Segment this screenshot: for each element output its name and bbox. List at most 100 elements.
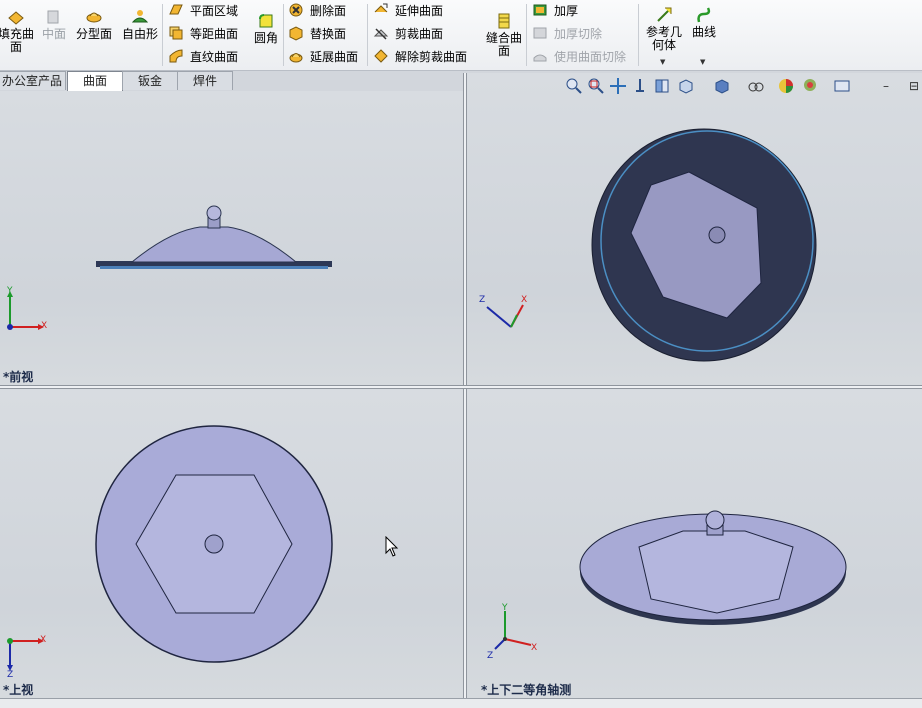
- knit-surface-icon: [498, 13, 510, 29]
- extend-surface-button[interactable]: 延伸曲面: [373, 1, 443, 21]
- delete-face-icon: [289, 3, 303, 17]
- mid-surface-button[interactable]: 中面: [38, 8, 70, 41]
- fill-surface-button[interactable]: 填充曲面: [0, 8, 36, 54]
- pan-icon[interactable]: [609, 77, 627, 95]
- tri-knob: [705, 510, 725, 530]
- mid-surface-icon: [47, 10, 59, 24]
- offset-surface-label: 等距曲面: [190, 27, 239, 41]
- reference-geometry-button[interactable]: 参考几何体: [644, 6, 684, 52]
- iso-view-model: [591, 128, 817, 362]
- view-orientation-icon[interactable]: [677, 77, 695, 95]
- extend-surface-icon: [374, 3, 388, 13]
- front-knob: [206, 205, 222, 221]
- viewport-splitter-horizontal[interactable]: [0, 385, 922, 389]
- viewport-label-front: *前视: [3, 370, 34, 384]
- offset-surface-button[interactable]: 等距曲面: [168, 24, 238, 44]
- curves-label: 曲线: [691, 25, 716, 39]
- tab-weldments[interactable]: 焊件: [177, 71, 233, 90]
- ruled-surface-icon: [169, 49, 183, 63]
- surface-cut-icon: [533, 54, 547, 62]
- ribbon-separator: [526, 4, 527, 66]
- triad-trimetric: [494, 611, 532, 650]
- freeform-button[interactable]: 自由形: [120, 8, 160, 41]
- viewport-label-trimetric: *上下二等角轴测: [481, 683, 572, 697]
- display-style-icon[interactable]: [713, 77, 731, 95]
- viewport-label-top: *上视: [3, 683, 34, 697]
- replace-face-button[interactable]: 替换面: [288, 24, 346, 44]
- scene-icon[interactable]: [801, 77, 819, 95]
- extend-face-icon: [289, 53, 303, 63]
- parting-surface-label: 分型面: [75, 27, 112, 41]
- thicken-button[interactable]: 加厚: [532, 1, 578, 21]
- front-dome: [130, 226, 298, 263]
- axis-y-label: Y: [7, 286, 13, 296]
- axis-x-label: X: [41, 321, 48, 331]
- heads-up-view-toolbar: – ⊟: [563, 77, 922, 97]
- reference-geometry-dropdown-icon[interactable]: ▼: [660, 58, 665, 66]
- tab-surfaces[interactable]: 曲面: [67, 71, 123, 92]
- axis-z-label: Z: [487, 651, 494, 661]
- delete-face-label: 删除面: [310, 4, 347, 18]
- zoom-fit-icon[interactable]: [565, 77, 583, 95]
- parting-surface-button[interactable]: 分型面: [74, 8, 114, 41]
- planar-surface-label: 平面区域: [190, 4, 239, 18]
- rotate-icon[interactable]: [631, 77, 649, 95]
- curves-button[interactable]: 曲线: [690, 6, 718, 39]
- extend-face-button[interactable]: 延展曲面: [288, 47, 358, 67]
- ribbon-separator: [367, 4, 368, 66]
- collapse-toolbar-icon[interactable]: –: [883, 79, 889, 93]
- freeform-label: 自由形: [121, 27, 158, 41]
- ribbon-separator: [162, 4, 163, 66]
- knit-surface-label: 缝合曲面: [485, 31, 522, 58]
- thicken-cut-label: 加厚切除: [554, 27, 603, 41]
- command-manager-ribbon: 填充曲面 中面 分型面 自由形 平面区域 等距曲面 直纹曲面 圆角 删除面 替换…: [0, 0, 922, 71]
- window-restore-icon[interactable]: ⊟: [909, 79, 919, 93]
- thicken-label: 加厚: [554, 4, 579, 18]
- axis-z-label: Z: [479, 295, 486, 305]
- reference-geometry-icon: [657, 7, 672, 22]
- tab-office-products[interactable]: 办公室产品: [0, 71, 66, 90]
- viewport-trimetric[interactable]: Y X Z *上下二等角轴测: [467, 389, 922, 698]
- section-view-icon[interactable]: [653, 77, 671, 95]
- planar-surface-button[interactable]: 平面区域: [168, 1, 238, 21]
- curves-dropdown-icon[interactable]: ▼: [700, 58, 705, 66]
- zoom-area-icon[interactable]: [587, 77, 605, 95]
- trim-surface-icon: [373, 28, 389, 40]
- front-view-model: [96, 205, 332, 269]
- front-flange-edge: [100, 266, 328, 269]
- planar-surface-icon: [169, 4, 183, 15]
- untrim-surface-button[interactable]: 解除剪裁曲面: [373, 47, 467, 67]
- fillet-label: 圆角: [253, 31, 278, 45]
- replace-face-icon: [289, 26, 303, 41]
- untrim-surface-label: 解除剪裁曲面: [395, 50, 468, 64]
- ribbon-separator: [638, 4, 639, 66]
- thicken-cut-icon: [533, 27, 547, 39]
- viewport-isometric[interactable]: Z X: [467, 73, 922, 385]
- extend-surface-label: 延伸曲面: [395, 4, 444, 18]
- axis-y-label: Y: [502, 603, 508, 613]
- view-settings-icon[interactable]: [833, 77, 851, 95]
- axis-x-label: X: [521, 295, 528, 305]
- replace-face-label: 替换面: [310, 27, 347, 41]
- surface-cut-button[interactable]: 使用曲面切除: [532, 47, 626, 67]
- fill-surface-label: 填充曲面: [0, 27, 34, 54]
- knit-surface-button[interactable]: 缝合曲面: [484, 12, 524, 58]
- reference-geometry-label: 参考几何体: [645, 25, 682, 52]
- thicken-icon: [533, 4, 547, 16]
- tab-sheet-metal[interactable]: 钣金: [122, 71, 178, 90]
- appearance-icon[interactable]: [777, 77, 795, 95]
- hide-show-icon[interactable]: [747, 77, 765, 95]
- viewport-front[interactable]: Y X *前视: [0, 91, 463, 385]
- thicken-cut-button[interactable]: 加厚切除: [532, 24, 602, 44]
- mouse-cursor-icon: [385, 536, 399, 557]
- ribbon-separator: [283, 4, 284, 66]
- delete-face-button[interactable]: 删除面: [288, 1, 346, 21]
- ruled-surface-button[interactable]: 直纹曲面: [168, 47, 238, 67]
- iso-knob: [708, 226, 726, 244]
- surface-cut-label: 使用曲面切除: [554, 50, 627, 64]
- trim-surface-label: 剪裁曲面: [395, 27, 444, 41]
- axis-z-label: Z: [7, 670, 14, 680]
- ruled-surface-label: 直纹曲面: [190, 50, 239, 64]
- fillet-button[interactable]: 圆角: [250, 12, 282, 45]
- trim-surface-button[interactable]: 剪裁曲面: [373, 24, 443, 44]
